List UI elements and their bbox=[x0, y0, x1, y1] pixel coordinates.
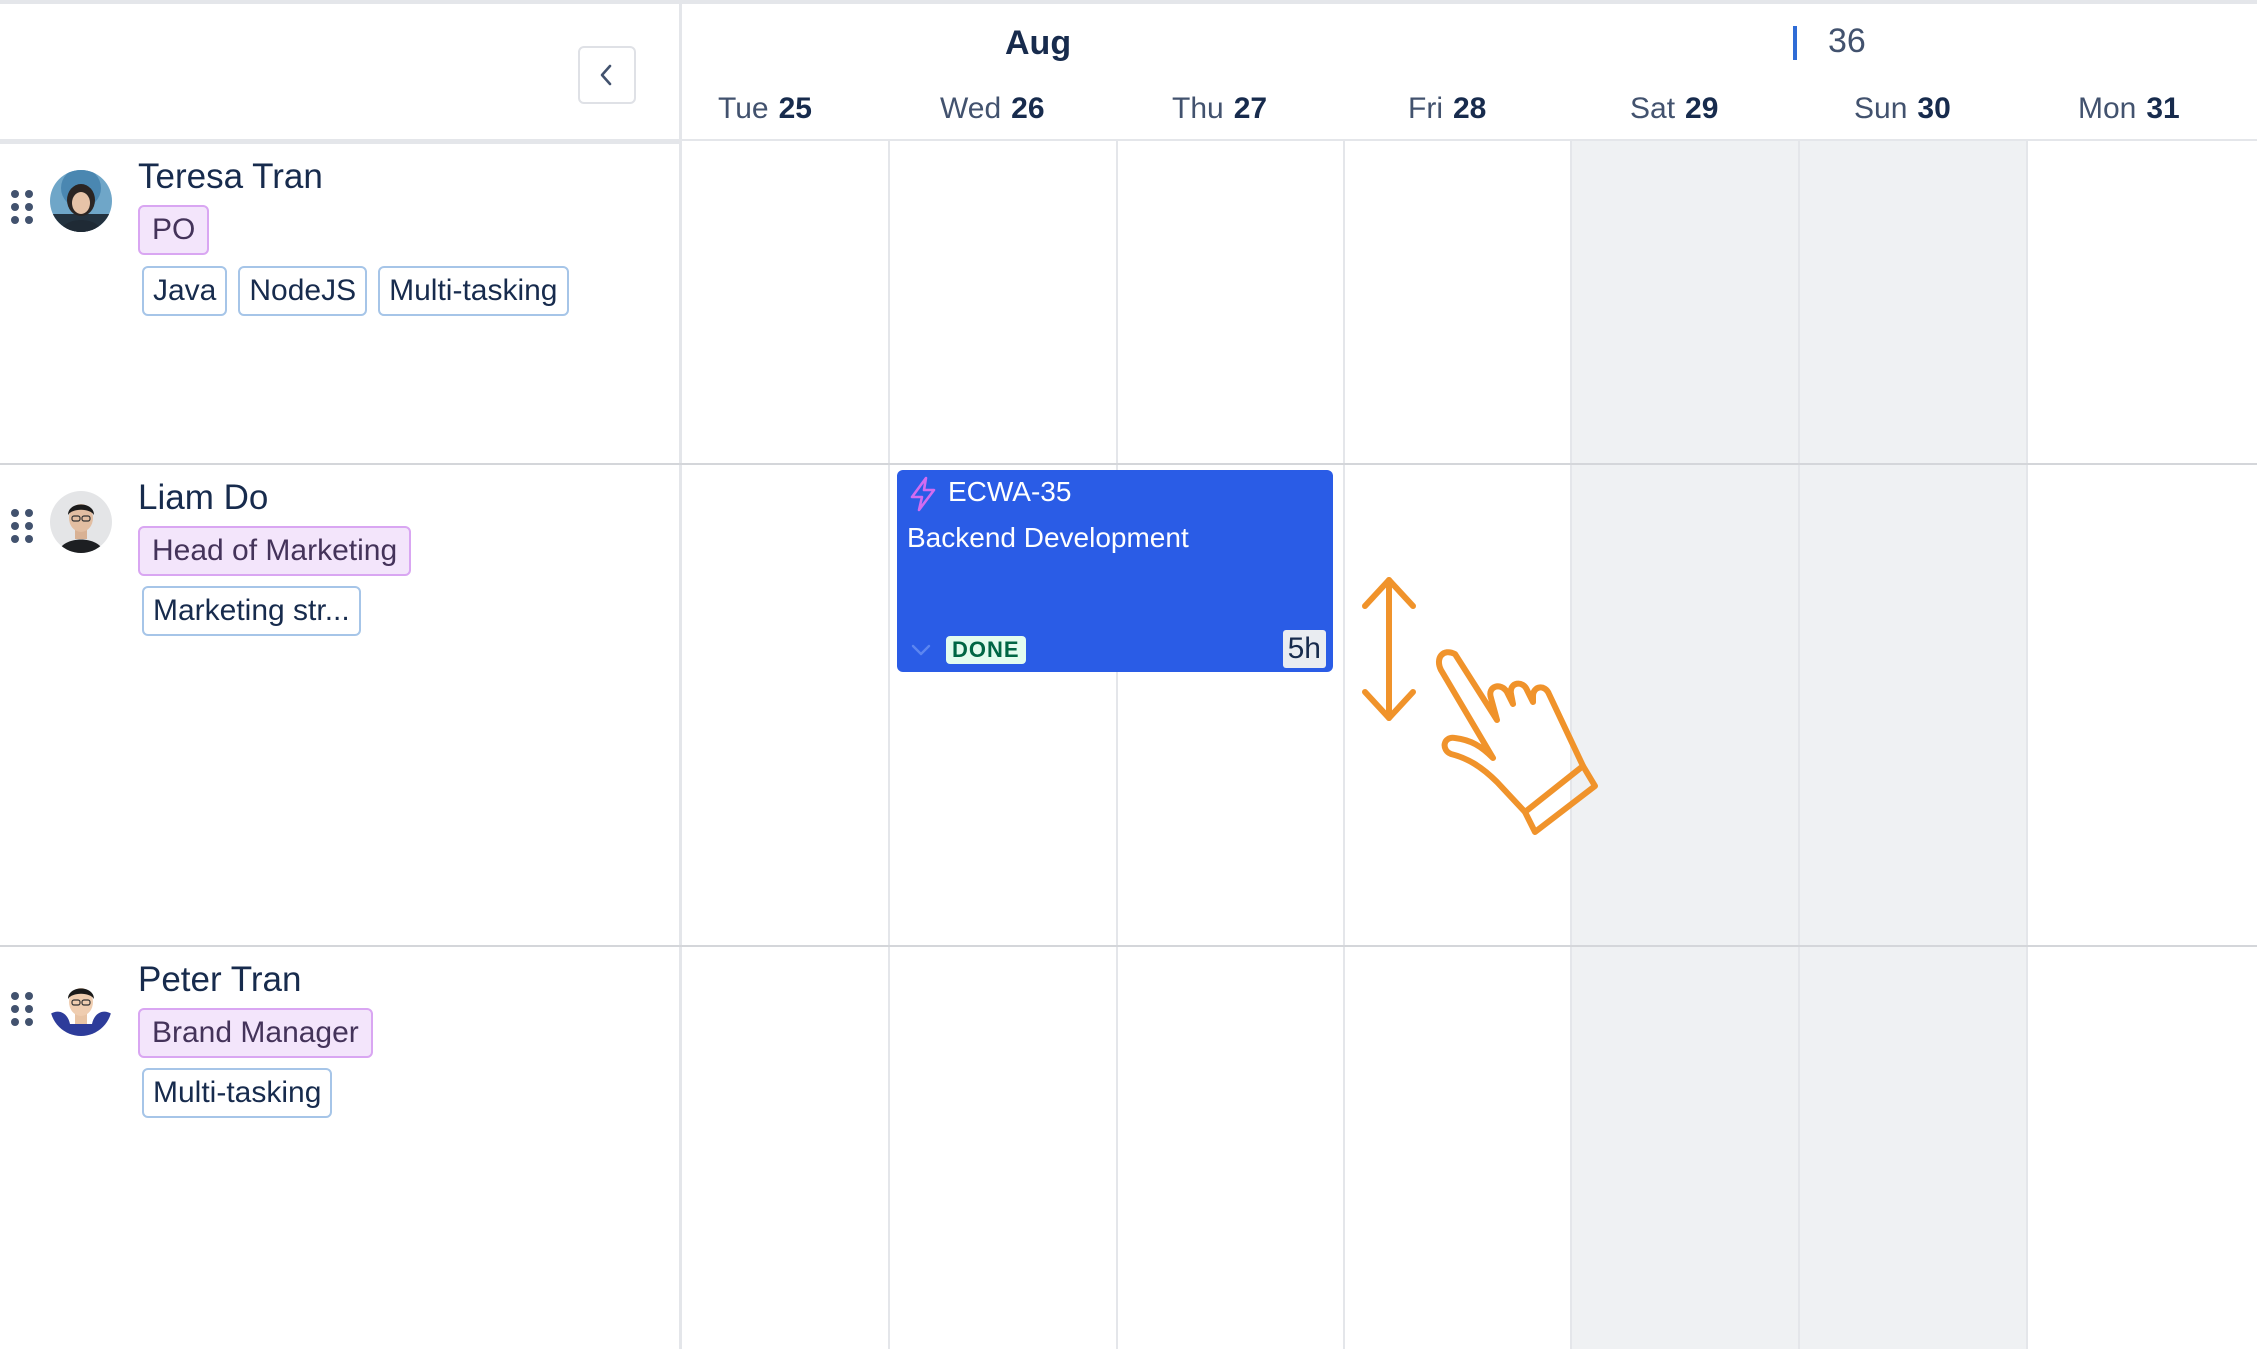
resource-name[interactable]: Peter Tran bbox=[138, 960, 301, 1000]
day-number: 29 bbox=[1685, 92, 1719, 125]
drag-handle-icon[interactable] bbox=[11, 992, 33, 1026]
day-header-tue[interactable]: Tue 25 bbox=[718, 92, 812, 126]
day-header-fri[interactable]: Fri 28 bbox=[1408, 92, 1486, 126]
day-number: 31 bbox=[2146, 92, 2180, 125]
day-header-sat[interactable]: Sat 29 bbox=[1630, 92, 1718, 126]
day-number: 25 bbox=[778, 92, 812, 125]
day-column-line bbox=[1343, 141, 1345, 1349]
day-number: 26 bbox=[1011, 92, 1045, 125]
chevron-down-icon[interactable] bbox=[907, 636, 935, 664]
week-marker bbox=[1793, 26, 1797, 60]
skill-tag: Marketing str... bbox=[142, 586, 361, 636]
role-tag: Brand Manager bbox=[138, 1008, 373, 1058]
day-number: 28 bbox=[1452, 92, 1487, 125]
avatar bbox=[50, 491, 112, 553]
task-card[interactable]: ECWA-35 Backend Development DONE 5h bbox=[897, 470, 1333, 672]
day-header-thu[interactable]: Thu 27 bbox=[1172, 92, 1267, 126]
avatar bbox=[50, 974, 112, 1036]
resource-row-peter-tran: Peter Tran Brand Manager Multi-tasking bbox=[0, 947, 680, 1349]
lightning-icon bbox=[910, 476, 936, 512]
day-column-line bbox=[1798, 141, 1800, 1349]
chevron-left-icon bbox=[600, 64, 612, 86]
resource-planner: Aug 36 Tue 25 Wed 26 Thu 27 Fri 28 Sat 29 Sun… bbox=[0, 0, 2257, 1349]
task-key[interactable]: ECWA-35 bbox=[948, 476, 1071, 508]
resource-row-teresa-tran: Teresa Tran PO Java NodeJS Multi-tasking bbox=[0, 141, 680, 463]
role-tag: PO bbox=[138, 205, 210, 255]
drag-handle-icon[interactable] bbox=[11, 509, 33, 543]
resource-name[interactable]: Teresa Tran bbox=[138, 157, 323, 197]
role-tag: Head of Marketing bbox=[138, 526, 412, 576]
vertical-resize-arrow-icon bbox=[1362, 577, 1416, 721]
timeline-header-divider bbox=[682, 139, 2257, 141]
skill-tag: Multi-tasking bbox=[142, 1068, 333, 1118]
resource-name[interactable]: Liam Do bbox=[138, 478, 268, 518]
day-name: Sat bbox=[1630, 92, 1676, 125]
day-name: Sun bbox=[1854, 92, 1908, 125]
month-label: Aug bbox=[1005, 24, 1072, 62]
resource-row-liam-do: Liam Do Head of Marketing Marketing str.… bbox=[0, 465, 680, 945]
day-name: Mon bbox=[2078, 92, 2137, 125]
day-header-wed[interactable]: Wed 26 bbox=[940, 92, 1045, 126]
day-number: 30 bbox=[1917, 92, 1951, 125]
day-column-line bbox=[2026, 141, 2028, 1349]
day-column-line bbox=[888, 141, 890, 1349]
task-title: Backend Development bbox=[907, 522, 1189, 553]
day-name: Fri bbox=[1408, 92, 1443, 125]
day-name: Wed bbox=[940, 92, 1002, 125]
resource-list-header bbox=[0, 4, 680, 140]
status-badge: DONE bbox=[946, 636, 1026, 664]
weekend-column-sun bbox=[1799, 141, 2027, 1349]
day-name: Tue bbox=[718, 92, 769, 125]
week-number: 36 bbox=[1828, 22, 1866, 60]
collapse-panel-button[interactable] bbox=[578, 46, 636, 104]
skill-tags: Java NodeJS Multi-tasking bbox=[142, 266, 569, 316]
day-column-line bbox=[1116, 141, 1118, 1349]
skill-tags: Marketing str... bbox=[142, 586, 361, 636]
hours-badge: 5h bbox=[1282, 630, 1326, 668]
skill-tag: Java bbox=[142, 266, 228, 316]
skill-tag: Multi-tasking bbox=[378, 266, 569, 316]
hand-pointer-icon bbox=[1362, 577, 1598, 835]
skill-tag: NodeJS bbox=[238, 266, 368, 316]
avatar bbox=[50, 170, 112, 232]
day-name: Thu bbox=[1172, 92, 1224, 125]
day-header-mon[interactable]: Mon 31 bbox=[2078, 92, 2180, 126]
day-header-sun[interactable]: Sun 30 bbox=[1854, 92, 1951, 126]
drag-handle-icon[interactable] bbox=[11, 190, 33, 224]
skill-tags: Multi-tasking bbox=[142, 1068, 333, 1118]
day-number: 27 bbox=[1233, 92, 1268, 125]
